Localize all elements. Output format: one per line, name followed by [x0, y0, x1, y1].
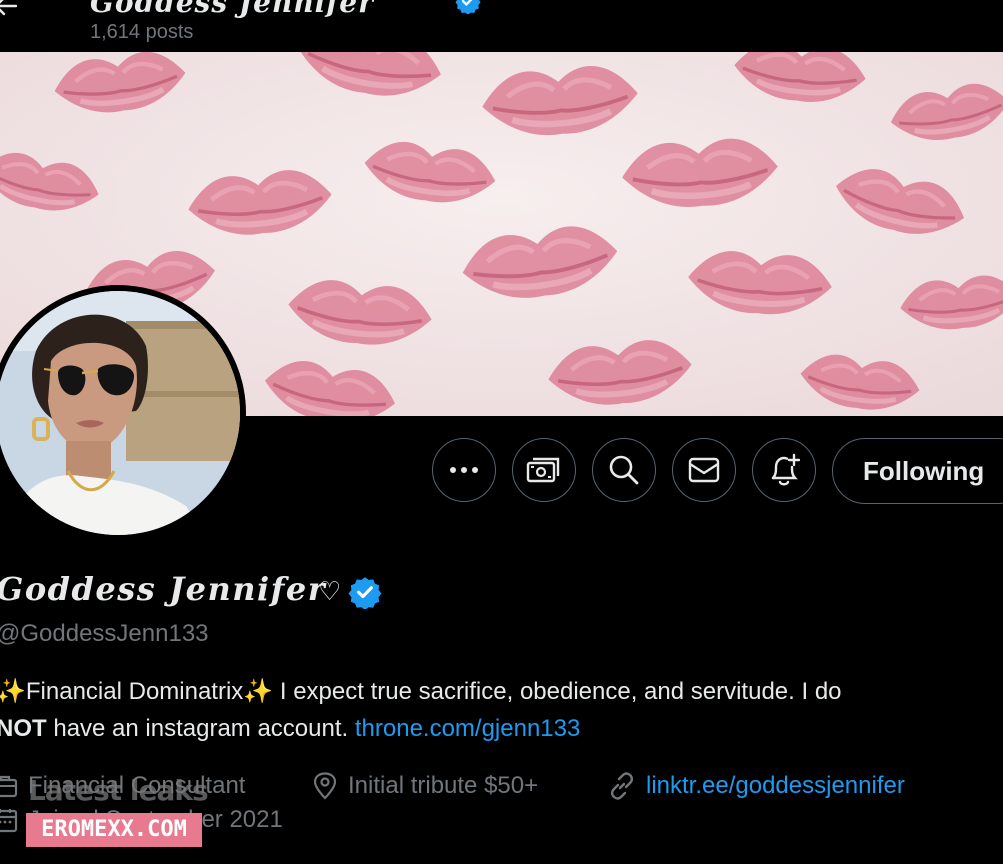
- bio-text: have an instagram account.: [46, 715, 355, 742]
- meta-location: Initial tribute $50+: [312, 772, 538, 800]
- bio-line-2: NOT have an instagram account. throne.co…: [0, 715, 580, 743]
- meta-website-link[interactable]: linktr.ee/goddessjennifer: [646, 772, 905, 800]
- post-count: 1,614 posts: [90, 21, 194, 43]
- bio-line-1: ✨Financial Dominatrix✨ I expect true sac…: [0, 677, 842, 706]
- meta-website[interactable]: linktr.ee/goddessjennifer: [608, 772, 905, 800]
- search-icon: [609, 455, 639, 485]
- mail-icon: [688, 457, 720, 483]
- calendar-icon: [0, 809, 18, 833]
- header-title: Goddess Jennifer: [90, 0, 374, 19]
- profile-handle: @GoddessJenn133: [0, 620, 209, 647]
- verified-badge-icon: [455, 0, 481, 14]
- bio-text: I expect true sacrifice, obedience, and …: [273, 678, 842, 705]
- watermark-text: Latest leaks: [28, 774, 209, 807]
- location-pin-icon: [313, 772, 337, 800]
- profile-page: Goddess Jennifer 1,614 posts Following G…: [0, 0, 1003, 864]
- name-heart: ♡: [318, 576, 342, 606]
- link-icon: [610, 772, 634, 800]
- sparkle-emoji: ✨: [0, 678, 26, 705]
- profile-header: Goddess Jennifer 1,614 posts: [0, 0, 1003, 52]
- bio-emphasis: NOT: [0, 715, 47, 742]
- meta-location-text: Initial tribute $50+: [348, 772, 539, 799]
- bell-plus-icon: [771, 453, 800, 486]
- bio-link[interactable]: throne.com/gjenn133: [355, 715, 581, 742]
- avatar-photo: [0, 291, 240, 535]
- bio-title: Financial Dominatrix: [25, 678, 244, 705]
- watermark-badge: EROMEXX.COM: [26, 813, 202, 847]
- tip-money-icon: [526, 457, 560, 483]
- more-button[interactable]: [432, 438, 496, 502]
- profile-avatar[interactable]: [0, 285, 246, 541]
- search-profile-button[interactable]: [592, 438, 656, 502]
- notify-button[interactable]: [752, 438, 816, 502]
- tip-button[interactable]: [512, 438, 576, 502]
- verified-badge-icon[interactable]: [348, 575, 382, 609]
- message-button[interactable]: [672, 438, 736, 502]
- following-button[interactable]: Following: [832, 438, 1003, 504]
- sparkle-emoji: ✨: [243, 678, 274, 705]
- more-icon: [450, 467, 478, 473]
- display-name: Goddess Jennifer: [0, 570, 327, 608]
- briefcase-icon: [0, 775, 18, 798]
- back-arrow-icon[interactable]: [0, 0, 20, 20]
